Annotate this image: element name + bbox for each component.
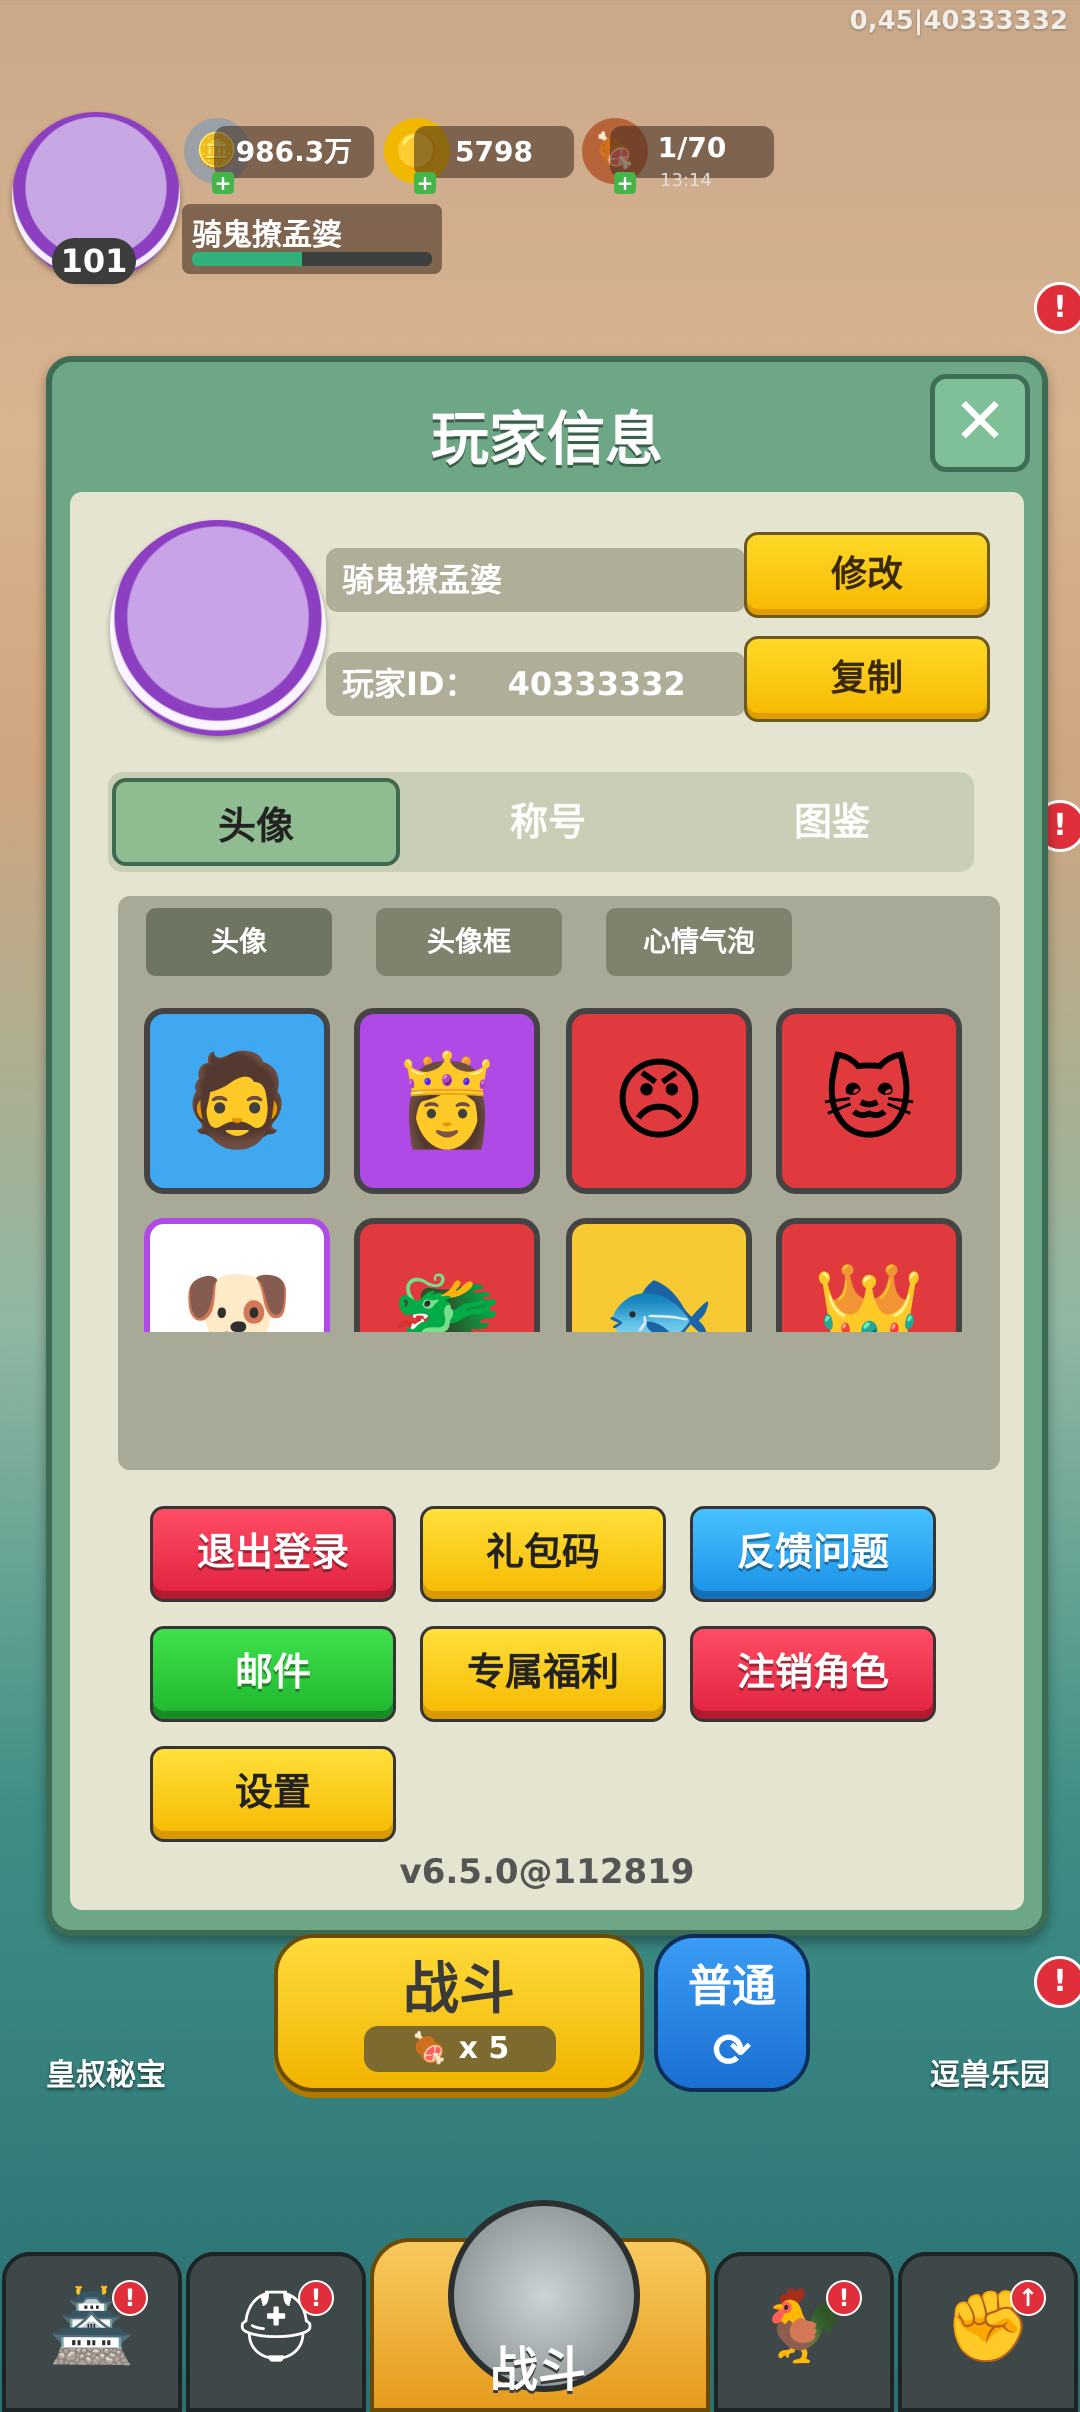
- silver-amount: 986.3万: [214, 126, 374, 178]
- debug-text: 0,45|40333332: [849, 6, 1068, 36]
- upgrade-arrow-icon: ↑: [1010, 2280, 1046, 2316]
- mode-normal-label: 普通: [688, 1961, 776, 2012]
- delete-role-button[interactable]: 注销角色: [690, 1626, 936, 1722]
- top-name-box: 骑鬼撩孟婆: [182, 204, 442, 274]
- player-level: 101: [52, 238, 136, 284]
- gold-amount: 5798: [414, 126, 574, 178]
- alert-badge-icon[interactable]: !: [1034, 1956, 1080, 2008]
- mail-button[interactable]: 邮件: [150, 1626, 396, 1722]
- right-shortcut-label[interactable]: 逗兽乐园: [900, 2050, 1080, 2094]
- alert-badge-icon: !: [112, 2280, 148, 2316]
- top-player-name: 骑鬼撩孟婆: [192, 218, 342, 253]
- exp-fill: [192, 252, 303, 266]
- silver-plus-icon[interactable]: +: [212, 172, 234, 194]
- player-info-modal: 玩家信息 ✕ 骑鬼撩孟婆 修改 玩家ID： 40333332 复制 头像 称号 …: [46, 356, 1048, 1936]
- stamina-value: 1/70: [657, 131, 727, 164]
- meat-icon: 🍖: [410, 2031, 449, 2066]
- subtab-mood-bubble[interactable]: 心情气泡: [606, 908, 792, 976]
- nav-shop-button[interactable]: 🏯: [2, 2252, 182, 2412]
- nav-upgrade-button[interactable]: ✊: [898, 2252, 1078, 2412]
- logout-button[interactable]: 退出登录: [150, 1506, 396, 1602]
- player-id-label: 玩家ID：: [342, 665, 477, 703]
- nav-hero-button[interactable]: 🐓: [714, 2252, 894, 2412]
- player-avatar[interactable]: [110, 520, 326, 736]
- nav-battle-label: 战斗: [489, 2342, 586, 2398]
- modify-button[interactable]: 修改: [744, 532, 990, 618]
- avatar-option[interactable]: 🐱: [776, 1008, 962, 1194]
- gift-code-button[interactable]: 礼包码: [420, 1506, 666, 1602]
- info-tabs: 头像 称号 图鉴: [108, 772, 974, 872]
- player-name-field: 骑鬼撩孟婆: [326, 548, 746, 612]
- modal-panel: 骑鬼撩孟婆 修改 玩家ID： 40333332 复制 头像 称号 图鉴 头像 头…: [70, 492, 1024, 1910]
- close-button[interactable]: ✕: [930, 374, 1030, 472]
- player-id-value: 40333332: [507, 665, 686, 703]
- subtab-avatar-frame[interactable]: 头像框: [376, 908, 562, 976]
- modal-title: 玩家信息: [430, 405, 663, 473]
- player-id-field: 玩家ID： 40333332: [326, 652, 746, 716]
- subtab-avatar[interactable]: 头像: [146, 908, 332, 976]
- close-icon: ✕: [953, 385, 1007, 459]
- tab-title[interactable]: 称号: [404, 778, 692, 866]
- alert-badge-icon[interactable]: !: [1034, 282, 1080, 334]
- refresh-icon: ⟳: [712, 2023, 752, 2077]
- settings-button[interactable]: 设置: [150, 1746, 396, 1842]
- collection-scroll-mask: [118, 1332, 1000, 1470]
- stamina-plus-icon[interactable]: +: [614, 172, 636, 194]
- gold-plus-icon[interactable]: +: [414, 172, 436, 194]
- avatar-option[interactable]: 😠: [566, 1008, 752, 1194]
- tab-collection[interactable]: 图鉴: [688, 778, 976, 866]
- stamina-timer: 13:14: [660, 170, 712, 191]
- avatar-collection: 头像 头像框 心情气泡 🧔 👸 😠 🐱 🐶 🐲 🐟 👑: [118, 896, 1000, 1470]
- version-text: v6.5.0@112819: [399, 1852, 695, 1892]
- welfare-button[interactable]: 专属福利: [420, 1626, 666, 1722]
- feedback-button[interactable]: 反馈问题: [690, 1506, 936, 1602]
- copy-button[interactable]: 复制: [744, 636, 990, 722]
- avatar-option[interactable]: 🧔: [144, 1008, 330, 1194]
- alert-badge-icon: !: [826, 2280, 862, 2316]
- left-shortcut-label[interactable]: 皇叔秘宝: [16, 2050, 196, 2094]
- tab-avatar[interactable]: 头像: [112, 778, 400, 866]
- exp-bar: [192, 252, 432, 266]
- battle-cost-value: x 5: [458, 2031, 510, 2066]
- alert-badge-icon: !: [298, 2280, 334, 2316]
- battle-cost: 🍖 x 5: [364, 2026, 556, 2072]
- nav-equipment-button[interactable]: ⛑: [186, 2252, 366, 2412]
- avatar-option[interactable]: 👸: [354, 1008, 540, 1194]
- mode-normal-button[interactable]: 普通 ⟳: [654, 1934, 810, 2092]
- battle-label: 战斗: [403, 1957, 515, 2022]
